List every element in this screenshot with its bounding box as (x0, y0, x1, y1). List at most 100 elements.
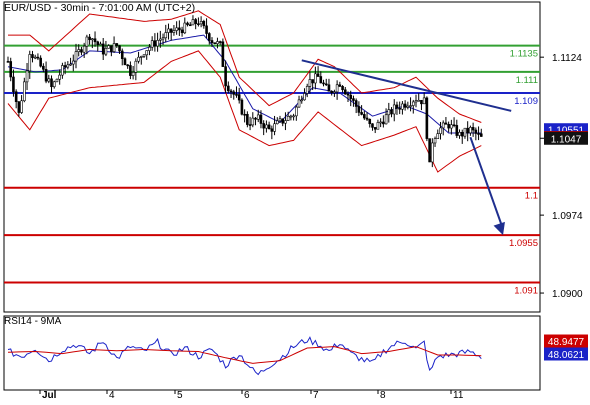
candle-body (134, 60, 138, 73)
candle-body (469, 127, 472, 134)
candle-body (142, 54, 146, 57)
candle-body (343, 89, 347, 95)
candle-body (172, 30, 176, 33)
candle-body (346, 93, 350, 96)
candle-body (42, 65, 45, 70)
x-tick-label: 7 (313, 390, 319, 400)
candle-body (262, 123, 265, 129)
candle-body (77, 49, 81, 52)
candle-body (156, 40, 159, 47)
candle-body (169, 28, 173, 33)
candle-body (479, 133, 483, 137)
candle-body (150, 40, 154, 48)
candle-body (368, 118, 372, 125)
level-label: 1.109 (514, 96, 538, 107)
candle-body (316, 73, 320, 77)
candle-body (88, 36, 91, 41)
candle-body (420, 99, 423, 105)
candle-body (357, 106, 361, 113)
candle-body (210, 40, 214, 43)
candle-body (178, 27, 181, 31)
candle-body (188, 24, 192, 27)
candle-body (300, 99, 304, 102)
candle-body (47, 78, 51, 82)
candle-body (341, 86, 344, 91)
candle-body (131, 72, 135, 76)
candle-body (25, 70, 29, 83)
candle-body (23, 81, 26, 102)
x-tick-label: 6 (244, 390, 250, 400)
candle-body (398, 107, 401, 110)
candle-body (373, 127, 377, 130)
rsi-badge-label: 48.0621 (548, 350, 585, 361)
level-label: 1.091 (514, 286, 538, 297)
candle-body (180, 29, 184, 34)
candle-body (390, 109, 393, 115)
candle-body (213, 42, 217, 44)
candle-body (463, 127, 467, 137)
y-tick-label: 1.1124 (552, 53, 582, 64)
candle-body (335, 84, 339, 93)
candle-body (311, 79, 314, 84)
candle-body (167, 28, 170, 33)
candle-body (363, 114, 366, 119)
candle-body (246, 113, 249, 125)
candle-body (194, 19, 197, 24)
candle-body (221, 41, 225, 67)
candle-body (39, 57, 42, 67)
candle-body (202, 20, 206, 27)
candle-body (295, 106, 298, 117)
candle-body (28, 54, 32, 72)
candle-body (275, 120, 279, 125)
candle-body (9, 61, 13, 78)
candle-body (411, 101, 415, 106)
candle-body (330, 90, 333, 94)
candle-body (477, 133, 480, 135)
chart-title: EUR/USD - 30min - 7:01:00 AM (UTC+2) (4, 2, 195, 14)
candle-body (6, 61, 10, 63)
candle-body (273, 123, 276, 132)
chart-background (0, 0, 590, 400)
candle-body (183, 22, 187, 34)
candle-body (289, 115, 293, 118)
price-badge-label: 1.1047 (551, 134, 582, 145)
candle-body (237, 94, 241, 101)
candle-body (360, 112, 363, 115)
candle-body (216, 41, 219, 44)
candle-body (82, 45, 86, 53)
candle-body (240, 99, 244, 115)
level-label: 1.1 (525, 191, 538, 202)
candle-body (460, 131, 464, 137)
candle-body (145, 50, 149, 56)
candle-body (278, 118, 282, 122)
candle-body (433, 138, 437, 144)
candle-body (17, 101, 21, 113)
candle-body (314, 73, 317, 84)
candle-body (52, 81, 56, 88)
y-tick-label: 1.0974 (552, 211, 583, 222)
candle-body (161, 37, 165, 40)
candle-body (50, 78, 53, 88)
candle-body (447, 124, 450, 129)
candle-body (139, 56, 143, 58)
chart-canvas: 1.1135 1.111 1.109 1.1 1.0955 1.091 48.9477 48… (0, 0, 590, 401)
level-label: 1.1135 (510, 49, 538, 60)
candle-body (417, 99, 421, 102)
candle-body (69, 63, 72, 66)
candle-body (126, 64, 129, 67)
candle-body (458, 131, 461, 136)
candle-body (58, 74, 61, 80)
candle-body (129, 65, 132, 76)
candle-body (199, 20, 203, 25)
candle-body (395, 104, 399, 109)
candle-body (118, 45, 121, 52)
candle-body (55, 78, 59, 83)
candle-body (218, 41, 222, 43)
candle-body (33, 56, 37, 59)
candle-body (422, 97, 426, 105)
candle-body (115, 43, 119, 46)
candle-body (281, 118, 285, 124)
candle-body (14, 91, 18, 103)
candle-body (455, 125, 459, 136)
candle-body (107, 45, 110, 49)
